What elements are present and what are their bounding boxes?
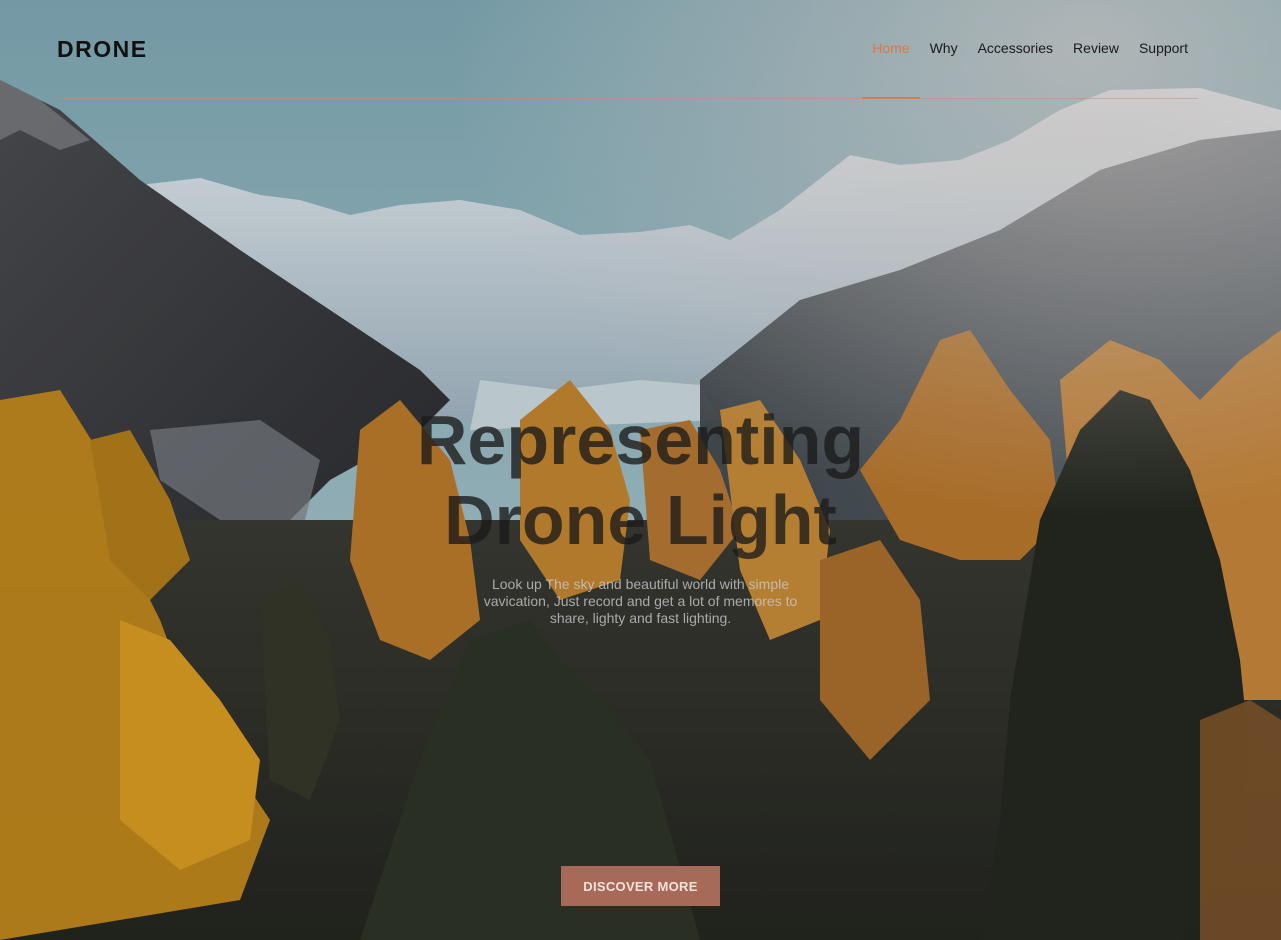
hero-title-line-1: Representing bbox=[416, 401, 865, 479]
brand-logo[interactable]: DRONE bbox=[57, 36, 148, 63]
hero-title-line-2: Drone Light bbox=[444, 481, 837, 559]
nav-item-support[interactable]: Support bbox=[1129, 40, 1198, 99]
main-nav: Home Why Accessories Review Support bbox=[862, 40, 1198, 99]
header-divider bbox=[57, 98, 1198, 99]
nav-item-accessories[interactable]: Accessories bbox=[968, 40, 1063, 99]
hero-section: DRONE Home Why Accessories Review Suppor… bbox=[0, 0, 1281, 940]
discover-more-button[interactable]: DISCOVER MORE bbox=[561, 866, 720, 906]
hero-title: Representing Drone Light bbox=[0, 400, 1281, 560]
nav-item-home[interactable]: Home bbox=[862, 40, 920, 99]
site-header: DRONE Home Why Accessories Review Suppor… bbox=[57, 0, 1198, 99]
nav-item-why[interactable]: Why bbox=[920, 40, 968, 99]
nav-item-review[interactable]: Review bbox=[1063, 40, 1129, 99]
hero-description: Look up The sky and beautiful world with… bbox=[483, 576, 798, 626]
